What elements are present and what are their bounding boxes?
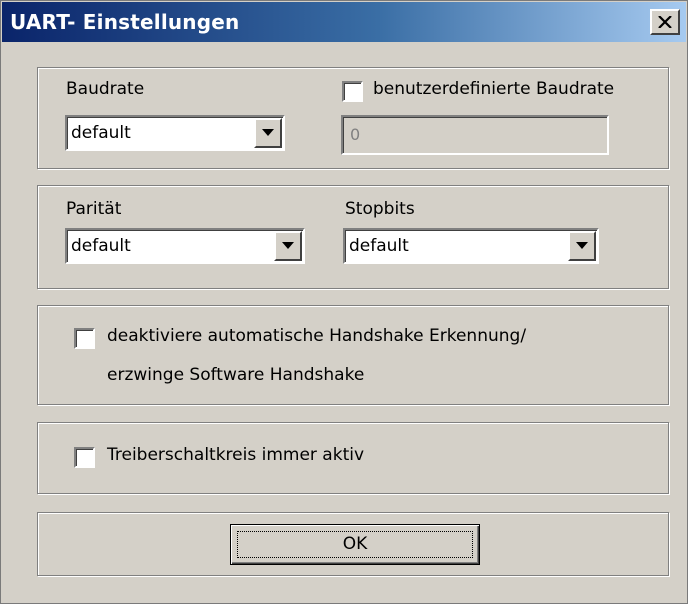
handshake-label-line2: erzwinge Software Handshake bbox=[107, 365, 365, 385]
baudrate-value: default bbox=[71, 123, 131, 143]
handshake-group bbox=[37, 305, 669, 405]
chevron-down-icon bbox=[262, 129, 274, 136]
stopbits-select[interactable]: default bbox=[343, 228, 599, 264]
custom-baudrate-label: benutzerdefinierte Baudrate bbox=[373, 79, 615, 99]
stopbits-dropdown-button[interactable] bbox=[568, 231, 596, 261]
ok-button[interactable]: OK bbox=[230, 524, 480, 565]
driver-checkbox[interactable] bbox=[74, 447, 95, 468]
stopbits-label: Stopbits bbox=[345, 199, 415, 219]
driver-label: Treiberschaltkreis immer aktiv bbox=[107, 445, 365, 465]
parity-value: default bbox=[71, 236, 131, 256]
stopbits-value: default bbox=[349, 236, 409, 256]
close-icon bbox=[658, 16, 672, 28]
custom-baudrate-checkbox[interactable] bbox=[342, 81, 363, 102]
chevron-down-icon bbox=[576, 242, 588, 249]
custom-baudrate-field[interactable]: 0 bbox=[341, 115, 609, 155]
custom-baudrate-value: 0 bbox=[350, 125, 361, 144]
parity-select[interactable]: default bbox=[65, 228, 305, 264]
handshake-checkbox[interactable] bbox=[74, 328, 95, 349]
window-title: UART- Einstellungen bbox=[10, 10, 240, 34]
parity-label: Parität bbox=[66, 199, 122, 219]
baudrate-select[interactable]: default bbox=[65, 115, 285, 151]
chevron-down-icon bbox=[282, 242, 294, 249]
handshake-label-line1: deaktiviere automatische Handshake Erken… bbox=[107, 326, 527, 346]
close-button[interactable] bbox=[650, 9, 680, 35]
ok-button-label: OK bbox=[342, 534, 368, 554]
baudrate-dropdown-button[interactable] bbox=[254, 118, 282, 148]
baudrate-label: Baudrate bbox=[66, 79, 145, 99]
parity-dropdown-button[interactable] bbox=[274, 231, 302, 261]
uart-settings-dialog: UART- Einstellungen Baudrate default ben… bbox=[0, 0, 688, 604]
title-bar[interactable]: UART- Einstellungen bbox=[2, 2, 686, 42]
